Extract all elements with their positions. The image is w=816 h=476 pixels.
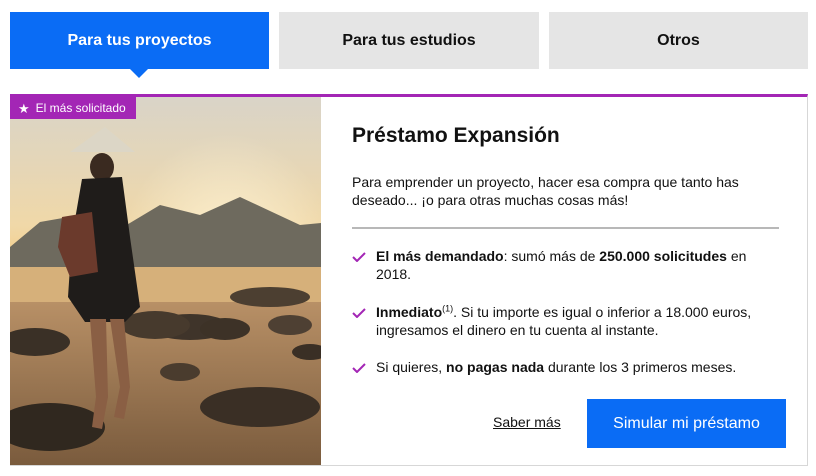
- feature-item: Inmediato(1). Si tu importe es igual o i…: [352, 303, 782, 339]
- loan-title: Préstamo Expansión: [352, 124, 560, 147]
- footnote-marker: (1): [442, 303, 454, 314]
- feature-bold-text: El más demandado: [376, 248, 504, 264]
- feature-text: : sumó más de: [503, 248, 600, 264]
- tab-para-tus-estudios[interactable]: Para tus estudios: [279, 12, 539, 69]
- simulate-loan-button[interactable]: Simular mi préstamo: [587, 399, 786, 448]
- loan-card: ★ El más solicitado Préstamo Expansión P…: [10, 94, 808, 466]
- check-icon: [352, 308, 366, 318]
- divider: [352, 227, 779, 229]
- tab-otros[interactable]: Otros: [549, 12, 808, 69]
- check-icon: [352, 252, 366, 262]
- active-tab-pointer: [130, 69, 148, 78]
- saber-mas-link[interactable]: Saber más: [493, 414, 561, 430]
- feature-item: El más demandado: sumó más de 250.000 so…: [352, 247, 782, 283]
- star-icon: ★: [18, 100, 30, 116]
- check-icon: [352, 363, 366, 373]
- tab-bar: Para tus proyectos Para tus estudios Otr…: [10, 12, 808, 78]
- feature-bold-text: Inmediato: [376, 304, 443, 320]
- loan-description: Para emprender un proyecto, hacer esa co…: [352, 174, 739, 208]
- feature-bold-text: no pagas nada: [446, 359, 545, 375]
- badge-label: El más solicitado: [35, 101, 126, 115]
- feature-text: Si quieres,: [376, 359, 447, 375]
- most-requested-badge: ★ El más solicitado: [10, 97, 136, 119]
- feature-text: durante los 3 primeros meses.: [544, 359, 737, 375]
- feature-bold-text: 250.000 solicitudes: [599, 248, 727, 264]
- tab-para-tus-proyectos[interactable]: Para tus proyectos: [10, 12, 269, 69]
- feature-item: Si quieres, no pagas nada durante los 3 …: [352, 358, 782, 376]
- beach-photo: ★ El más solicitado: [10, 97, 321, 465]
